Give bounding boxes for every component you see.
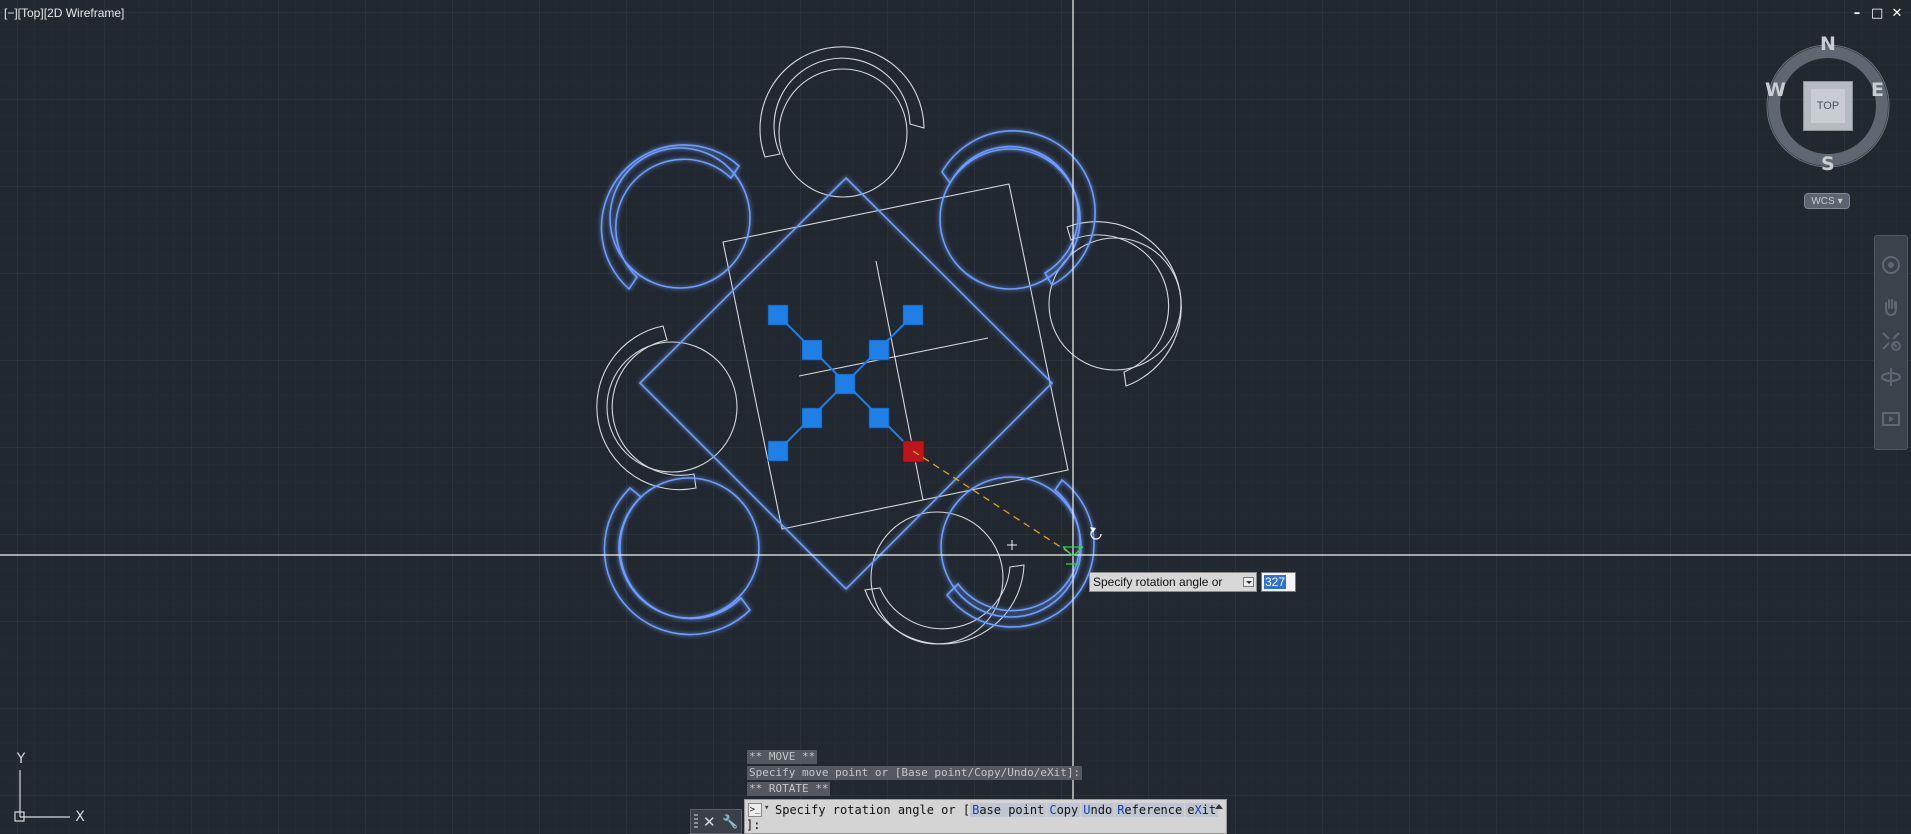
drag-grip-icon[interactable] — [694, 814, 698, 830]
option-reference[interactable]: Reference — [1115, 803, 1185, 817]
orbit-icon[interactable] — [1880, 366, 1902, 388]
compass-west[interactable]: W — [1765, 79, 1786, 101]
viewcube[interactable]: N S E W TOP WCS ▾ — [1765, 33, 1890, 216]
option-exit[interactable]: eXit — [1185, 803, 1219, 817]
close-icon[interactable]: ✕ — [703, 812, 716, 832]
option-copy[interactable]: Copy — [1047, 803, 1081, 817]
dynamic-input-prompt: Specify rotation angle or — [1089, 572, 1257, 592]
command-line[interactable]: >_ ▾ Specify rotation angle or [Base poi… — [744, 799, 1227, 834]
compass-east[interactable]: E — [1871, 79, 1884, 101]
drawing-canvas[interactable]: Y X — [0, 0, 1911, 834]
command-prompt-icon[interactable]: >_ — [748, 803, 762, 817]
viewcube-top-label: TOP — [1811, 89, 1845, 123]
ucs-x-label: X — [75, 809, 85, 825]
pan-icon[interactable] — [1880, 296, 1902, 318]
rotation-angle-value: 327 — [1264, 575, 1287, 589]
chevron-down-icon[interactable]: ▾ — [764, 803, 769, 813]
dynamic-input-prompt-text: Specify rotation angle or — [1093, 575, 1223, 589]
close-button[interactable]: ✕ — [1891, 6, 1903, 22]
viewport-controls-label[interactable]: [−][Top][2D Wireframe] — [4, 6, 124, 20]
restore-button[interactable]: □ — [1871, 6, 1883, 22]
zoom-extents-icon[interactable] — [1880, 330, 1902, 352]
ucs-menu-label: WCS — [1811, 195, 1835, 207]
navigation-bar — [1874, 235, 1908, 450]
command-line-handle[interactable]: ✕ 🔧 — [690, 809, 742, 834]
command-history-line: ** MOVE ** — [747, 750, 818, 764]
compass-south[interactable]: S — [1821, 153, 1835, 175]
option-undo[interactable]: Undo — [1081, 803, 1115, 817]
wrench-icon[interactable]: 🔧 — [722, 813, 738, 833]
steering-wheel-icon[interactable] — [1880, 254, 1902, 276]
chevron-down-icon: ▾ — [1837, 195, 1843, 207]
command-prompt-prefix: Specify rotation angle or [ — [775, 803, 971, 817]
minimize-button[interactable]: – — [1851, 6, 1863, 22]
showmotion-icon[interactable] — [1880, 408, 1902, 430]
option-base-point[interactable]: Base point — [970, 803, 1047, 817]
expand-history-icon[interactable] — [1215, 804, 1223, 809]
command-history-line: ** ROTATE ** — [747, 782, 831, 796]
ucs-y-label: Y — [16, 751, 26, 767]
command-prompt-tail: ]: — [746, 818, 761, 832]
command-line-text: Specify rotation angle or [Base point Cop… — [775, 802, 1219, 818]
rotation-angle-input[interactable]: 327 — [1261, 572, 1296, 592]
major-grid — [0, 0, 1911, 834]
compass-north[interactable]: N — [1820, 33, 1836, 55]
viewport-window-controls: – □ ✕ — [1851, 6, 1903, 22]
ucs-menu-button[interactable]: WCS ▾ — [1804, 193, 1850, 209]
command-history-line: Specify move point or [Base point/Copy/U… — [747, 766, 1083, 780]
viewcube-top-face[interactable]: TOP — [1803, 81, 1853, 131]
dynamic-input-options-icon[interactable] — [1243, 577, 1254, 587]
